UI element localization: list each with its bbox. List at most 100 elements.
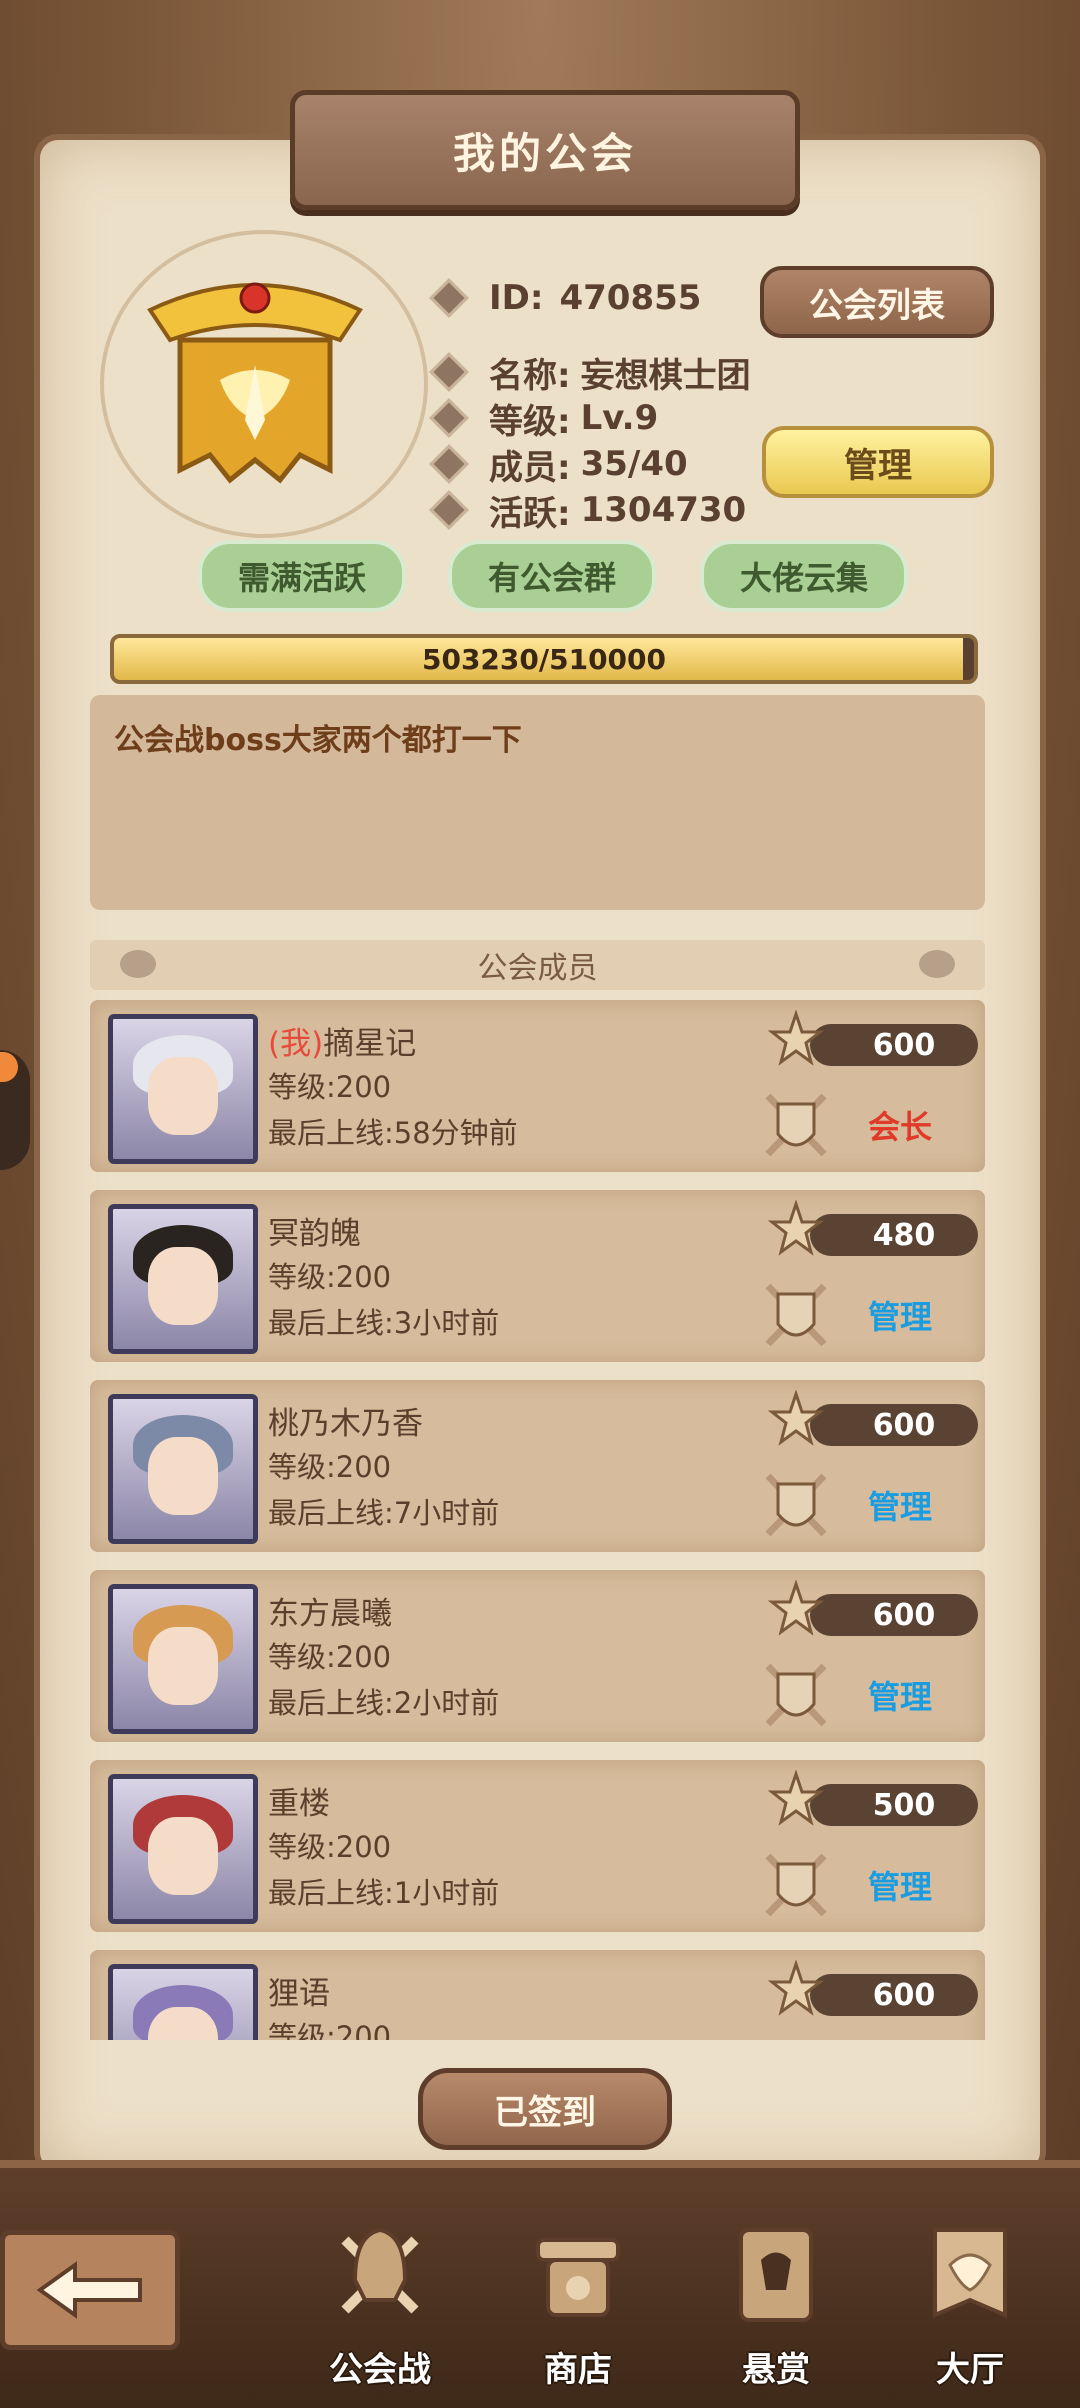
avatar-face: [148, 1437, 218, 1515]
tag-chip: 大佬云集: [700, 540, 908, 612]
nav-bounty[interactable]: 悬赏: [706, 2220, 846, 2390]
crossed-swords-shield-icon: [765, 1853, 827, 1917]
diamond-bullet-icon: [429, 444, 469, 484]
diamond-bullet-icon: [429, 398, 469, 438]
guild-list-button[interactable]: 公会列表: [760, 266, 994, 338]
crossed-swords-shield-icon: [756, 2034, 836, 2040]
guild-level-label: 等级:: [489, 401, 571, 442]
member-score: 600: [810, 1974, 978, 2016]
signed-in-button[interactable]: 已签到: [418, 2068, 672, 2150]
member-avatar[interactable]: [108, 1964, 258, 2040]
manage-button[interactable]: 管理: [762, 426, 994, 498]
member-level: 等级:200: [268, 2020, 392, 2040]
member-avatar[interactable]: [108, 1584, 258, 1734]
guild-level-value: Lv.9: [580, 398, 659, 438]
member-level: 等级:200: [268, 1260, 392, 1294]
member-score: 480: [810, 1214, 978, 1256]
nav-label: 悬赏: [742, 2350, 810, 2390]
diamond-bullet-icon: [429, 352, 469, 392]
member-level: 等级:200: [268, 1070, 392, 1104]
helmet-swords-icon: [341, 2227, 419, 2314]
nav-guild-war[interactable]: 公会战: [310, 2220, 450, 2390]
member-avatar[interactable]: [108, 1204, 258, 1354]
member-row[interactable]: 桃乃木乃香 等级:200 最后上线:7小时前 600 管理: [90, 1380, 985, 1552]
tag-chip: 需满活跃: [198, 540, 406, 612]
member-row[interactable]: 东方晨曦 等级:200 最后上线:2小时前 600 管理: [90, 1570, 985, 1742]
nav-label: 商店: [544, 2350, 612, 2390]
member-score: 600: [810, 1594, 978, 1636]
member-last-online: 最后上线:7小时前: [268, 1496, 500, 1530]
members-section-title: 公会成员: [477, 951, 598, 986]
member-last-online: 最后上线:3小时前: [268, 1306, 500, 1340]
nav-shop[interactable]: 商店: [508, 2220, 648, 2390]
member-row[interactable]: 冥韵魄 等级:200 最后上线:3小时前 480 管理: [90, 1190, 985, 1362]
member-name-line: 桃乃木乃香: [268, 1398, 423, 1443]
diamond-bullet-icon: [429, 490, 469, 530]
guild-active-value: 1304730: [580, 490, 747, 530]
nav-hall[interactable]: 大厅: [900, 2220, 1040, 2390]
member-avatar[interactable]: [108, 1014, 258, 1164]
member-row[interactable]: 狸语 等级:200 600: [90, 1950, 985, 2040]
avatar-face: [148, 1057, 218, 1135]
member-level: 等级:200: [268, 1640, 392, 1674]
member-level: 等级:200: [268, 1830, 392, 1864]
nav-label: 大厅: [936, 2350, 1004, 2390]
me-tag: (我): [268, 1026, 324, 1062]
member-name: 桃乃木乃香: [268, 1406, 423, 1442]
member-row[interactable]: 重楼 等级:200 最后上线:1小时前 500 管理: [90, 1760, 985, 1932]
member-role: 会长: [868, 1108, 933, 1146]
member-last-online: 最后上线:58分钟前: [268, 1116, 518, 1150]
member-name: 东方晨曦: [268, 1596, 392, 1632]
tag-chip: 有公会群: [448, 540, 656, 612]
page-title: 我的公会: [290, 90, 800, 210]
guild-active-row: 活跃: 1304730: [429, 488, 747, 534]
member-name: 重楼: [268, 1786, 330, 1822]
avatar-face: [148, 1627, 218, 1705]
ornament-icon: [120, 950, 156, 978]
member-name: 摘星记: [323, 1026, 417, 1062]
member-avatar[interactable]: [108, 1394, 258, 1544]
guild-emblem-icon: [147, 282, 363, 484]
member-name: 狸语: [268, 1976, 330, 2012]
member-row[interactable]: (我)摘星记 等级:200 最后上线:58分钟前 600 会长: [90, 1000, 985, 1172]
member-name-line: 重楼: [268, 1778, 330, 1823]
member-role: 管理: [868, 1488, 933, 1526]
bounty-scroll-icon: [739, 2228, 813, 2322]
nav-label: 公会战: [329, 2350, 431, 2390]
back-arrow-icon: [36, 2261, 142, 2319]
star-rank-icon: [768, 1580, 824, 1636]
hall-banner-icon: [933, 2228, 1007, 2319]
crossed-swords-shield-icon: [765, 1473, 827, 1537]
member-avatar[interactable]: [108, 1774, 258, 1924]
member-name-line: 狸语: [268, 1968, 330, 2013]
crossed-swords-shield-icon: [765, 1093, 827, 1157]
guild-id-label: ID:: [489, 278, 544, 318]
guild-members-label: 成员:: [489, 447, 571, 488]
member-role: 管理: [868, 1868, 933, 1906]
member-name: 冥韵魄: [268, 1216, 361, 1252]
guild-exp-progress: 503230/510000: [110, 634, 978, 684]
member-role: 管理: [868, 1678, 933, 1716]
back-button[interactable]: [0, 2230, 180, 2350]
member-name-line: (我)摘星记: [268, 1018, 416, 1063]
ornament-icon: [919, 950, 955, 978]
star-rank-icon: [768, 1010, 824, 1066]
guild-id-value: 470855: [559, 278, 702, 318]
guild-notice: 公会战boss大家两个都打一下: [90, 695, 985, 910]
guild-members-value: 35/40: [580, 444, 688, 484]
guild-name-row: 名称: 妄想棋士团: [429, 350, 751, 396]
star-rank-icon: [768, 1390, 824, 1446]
crossed-swords-shield-icon: [765, 1283, 827, 1347]
diamond-bullet-icon: [429, 278, 469, 318]
guild-active-label: 活跃:: [489, 493, 571, 534]
members-section-header: 公会成员: [90, 940, 985, 990]
member-score: 600: [810, 1024, 978, 1066]
guild-level-row: 等级: Lv.9: [429, 396, 659, 442]
star-rank-icon: [768, 1960, 824, 2016]
progress-text: 503230/510000: [421, 642, 666, 676]
member-list[interactable]: (我)摘星记 等级:200 最后上线:58分钟前 600 会长 冥韵魄 等级:2…: [90, 1000, 985, 2040]
member-last-online: 最后上线:2小时前: [268, 1686, 500, 1720]
guild-name-label: 名称:: [489, 355, 571, 396]
member-score: 500: [810, 1784, 978, 1826]
member-role: 管理: [868, 1298, 933, 1336]
